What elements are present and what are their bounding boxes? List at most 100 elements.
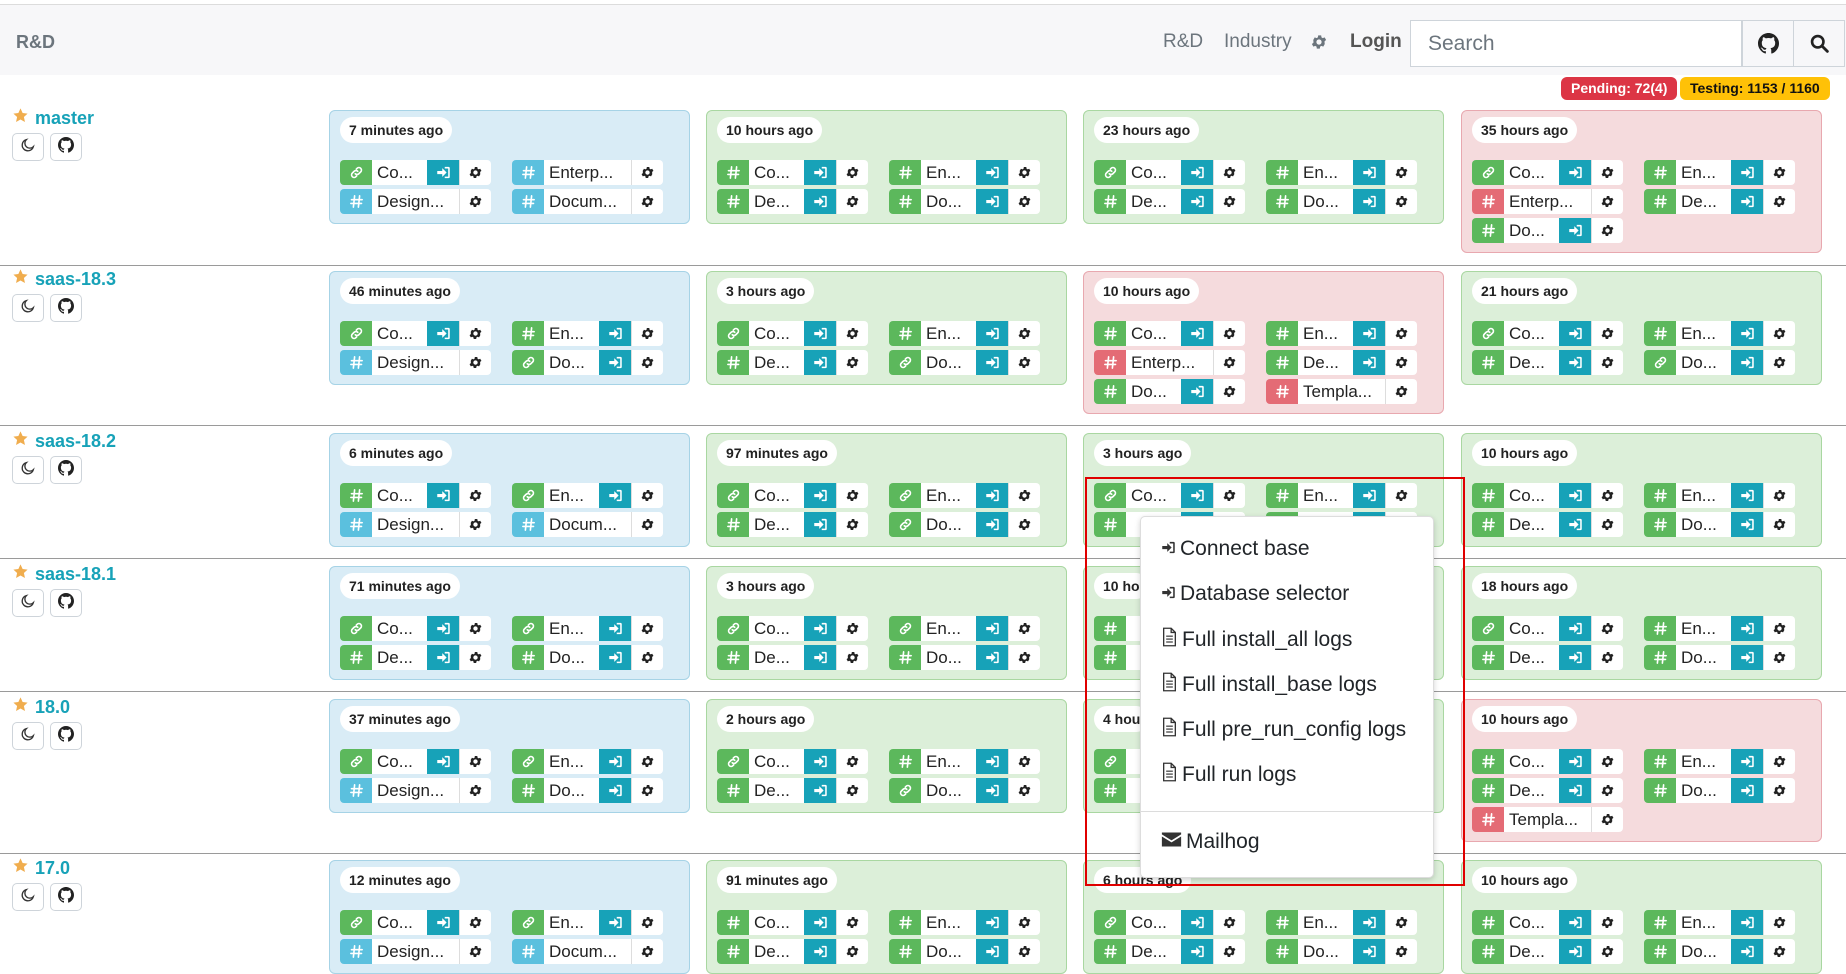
batch-card[interactable]: 10 hours ago Co... En... De... Do... (1461, 860, 1822, 974)
hash-icon[interactable] (1472, 218, 1504, 243)
batch-age[interactable]: 10 hours ago (1472, 867, 1578, 893)
gear-icon[interactable] (1763, 645, 1795, 670)
hash-icon[interactable] (1472, 749, 1504, 774)
connect-icon[interactable] (1353, 910, 1385, 935)
connect-icon[interactable] (804, 778, 836, 803)
connect-icon[interactable] (976, 350, 1008, 375)
connect-icon[interactable] (1559, 483, 1591, 508)
bundle-name[interactable]: saas-18.3 (35, 269, 116, 290)
build-name[interactable]: De... (749, 350, 804, 375)
build-name[interactable]: De... (372, 645, 427, 670)
build-name[interactable]: De... (1504, 512, 1559, 537)
hash-icon[interactable] (1644, 645, 1676, 670)
bundle-name[interactable]: 17.0 (35, 858, 70, 879)
batch-card[interactable]: 3 hours ago Co... En... De... Do... (706, 566, 1067, 680)
connect-icon[interactable] (1181, 160, 1213, 185)
gear-icon[interactable] (1591, 807, 1623, 832)
gear-icon[interactable] (631, 160, 663, 185)
connect-icon[interactable] (804, 350, 836, 375)
link-icon[interactable] (1472, 321, 1504, 346)
hash-icon[interactable] (1266, 939, 1298, 964)
theme-toggle-button[interactable] (12, 456, 44, 484)
build-name[interactable]: Design... (372, 939, 459, 964)
connect-icon[interactable] (1731, 645, 1763, 670)
batch-age[interactable]: 97 minutes ago (717, 440, 837, 466)
gear-icon[interactable] (459, 910, 491, 935)
hash-icon[interactable] (1094, 189, 1126, 214)
batch-age[interactable]: 10 hours ago (1094, 278, 1200, 304)
connect-icon[interactable] (976, 910, 1008, 935)
connect-icon[interactable] (976, 939, 1008, 964)
hash-icon[interactable] (717, 910, 749, 935)
link-icon[interactable] (512, 910, 544, 935)
link-icon[interactable] (512, 483, 544, 508)
menu-full-run-logs[interactable]: Full run logs (1161, 762, 1296, 788)
build-name[interactable]: Co... (749, 160, 804, 185)
link-icon[interactable] (512, 350, 544, 375)
menu-mailhog[interactable]: Mailhog (1161, 830, 1260, 854)
batch-card[interactable]: 6 minutes ago Co... En... Design... Docum... (329, 433, 690, 547)
build-name[interactable]: Enterp... (1504, 189, 1591, 214)
batch-age[interactable]: 35 hours ago (1472, 117, 1578, 143)
hash-icon[interactable] (340, 778, 372, 803)
connect-icon[interactable] (804, 910, 836, 935)
connect-icon[interactable] (804, 160, 836, 185)
build-name[interactable]: En... (1298, 910, 1353, 935)
build-name[interactable]: Co... (749, 616, 804, 641)
build-name[interactable]: En... (921, 749, 976, 774)
link-icon[interactable] (1644, 350, 1676, 375)
batch-card[interactable]: 21 hours ago Co... En... De... Do... (1461, 271, 1822, 385)
star-icon[interactable] (12, 107, 29, 129)
search-button[interactable] (1793, 20, 1845, 67)
gear-icon[interactable] (1591, 512, 1623, 537)
gear-icon[interactable] (1763, 321, 1795, 346)
build-name[interactable]: Do... (921, 512, 976, 537)
gear-icon[interactable] (631, 321, 663, 346)
bundle-name[interactable]: master (35, 108, 94, 129)
hash-icon[interactable] (1472, 350, 1504, 375)
hash-icon[interactable] (889, 645, 921, 670)
build-name[interactable]: De... (1504, 939, 1559, 964)
link-icon[interactable] (889, 350, 921, 375)
gear-icon[interactable] (1591, 350, 1623, 375)
build-name[interactable]: Design... (372, 778, 459, 803)
connect-icon[interactable] (1559, 645, 1591, 670)
batch-card[interactable]: 37 minutes ago Co... En... Design... Do... (329, 699, 690, 813)
build-name[interactable]: Co... (1504, 321, 1559, 346)
connect-icon[interactable] (976, 616, 1008, 641)
build-name[interactable]: Do... (921, 645, 976, 670)
connect-icon[interactable] (599, 778, 631, 803)
build-name[interactable]: En... (1676, 483, 1731, 508)
gear-icon[interactable] (1591, 483, 1623, 508)
hash-icon[interactable] (717, 350, 749, 375)
hash-icon[interactable] (1472, 910, 1504, 935)
build-name[interactable]: Do... (1676, 512, 1731, 537)
connect-icon[interactable] (976, 483, 1008, 508)
build-name[interactable]: De... (1676, 189, 1731, 214)
hash-icon[interactable] (889, 189, 921, 214)
build-name[interactable]: Do... (921, 939, 976, 964)
hash-icon[interactable] (1266, 189, 1298, 214)
search-input[interactable] (1410, 20, 1742, 67)
bundle-github-button[interactable] (50, 294, 82, 322)
build-name[interactable]: De... (1126, 939, 1181, 964)
connect-icon[interactable] (1559, 350, 1591, 375)
menu-database-selector[interactable]: Database selector (1161, 582, 1349, 606)
hash-icon[interactable] (1644, 512, 1676, 537)
gear-icon[interactable] (836, 778, 868, 803)
build-name[interactable]: Co... (372, 749, 427, 774)
hash-icon[interactable] (512, 778, 544, 803)
batch-age[interactable]: 10 hours ago (717, 117, 823, 143)
settings-gear-icon[interactable] (1310, 33, 1328, 56)
connect-icon[interactable] (1181, 379, 1213, 404)
connect-icon[interactable] (1353, 160, 1385, 185)
build-name[interactable]: Co... (372, 483, 427, 508)
build-name[interactable]: Co... (1504, 749, 1559, 774)
build-name[interactable]: Do... (1676, 350, 1731, 375)
build-name[interactable]: Design... (372, 350, 459, 375)
build-name[interactable]: Docum... (544, 939, 631, 964)
build-name[interactable]: De... (749, 778, 804, 803)
connect-icon[interactable] (976, 778, 1008, 803)
connect-icon[interactable] (1731, 321, 1763, 346)
github-button[interactable] (1742, 20, 1794, 67)
